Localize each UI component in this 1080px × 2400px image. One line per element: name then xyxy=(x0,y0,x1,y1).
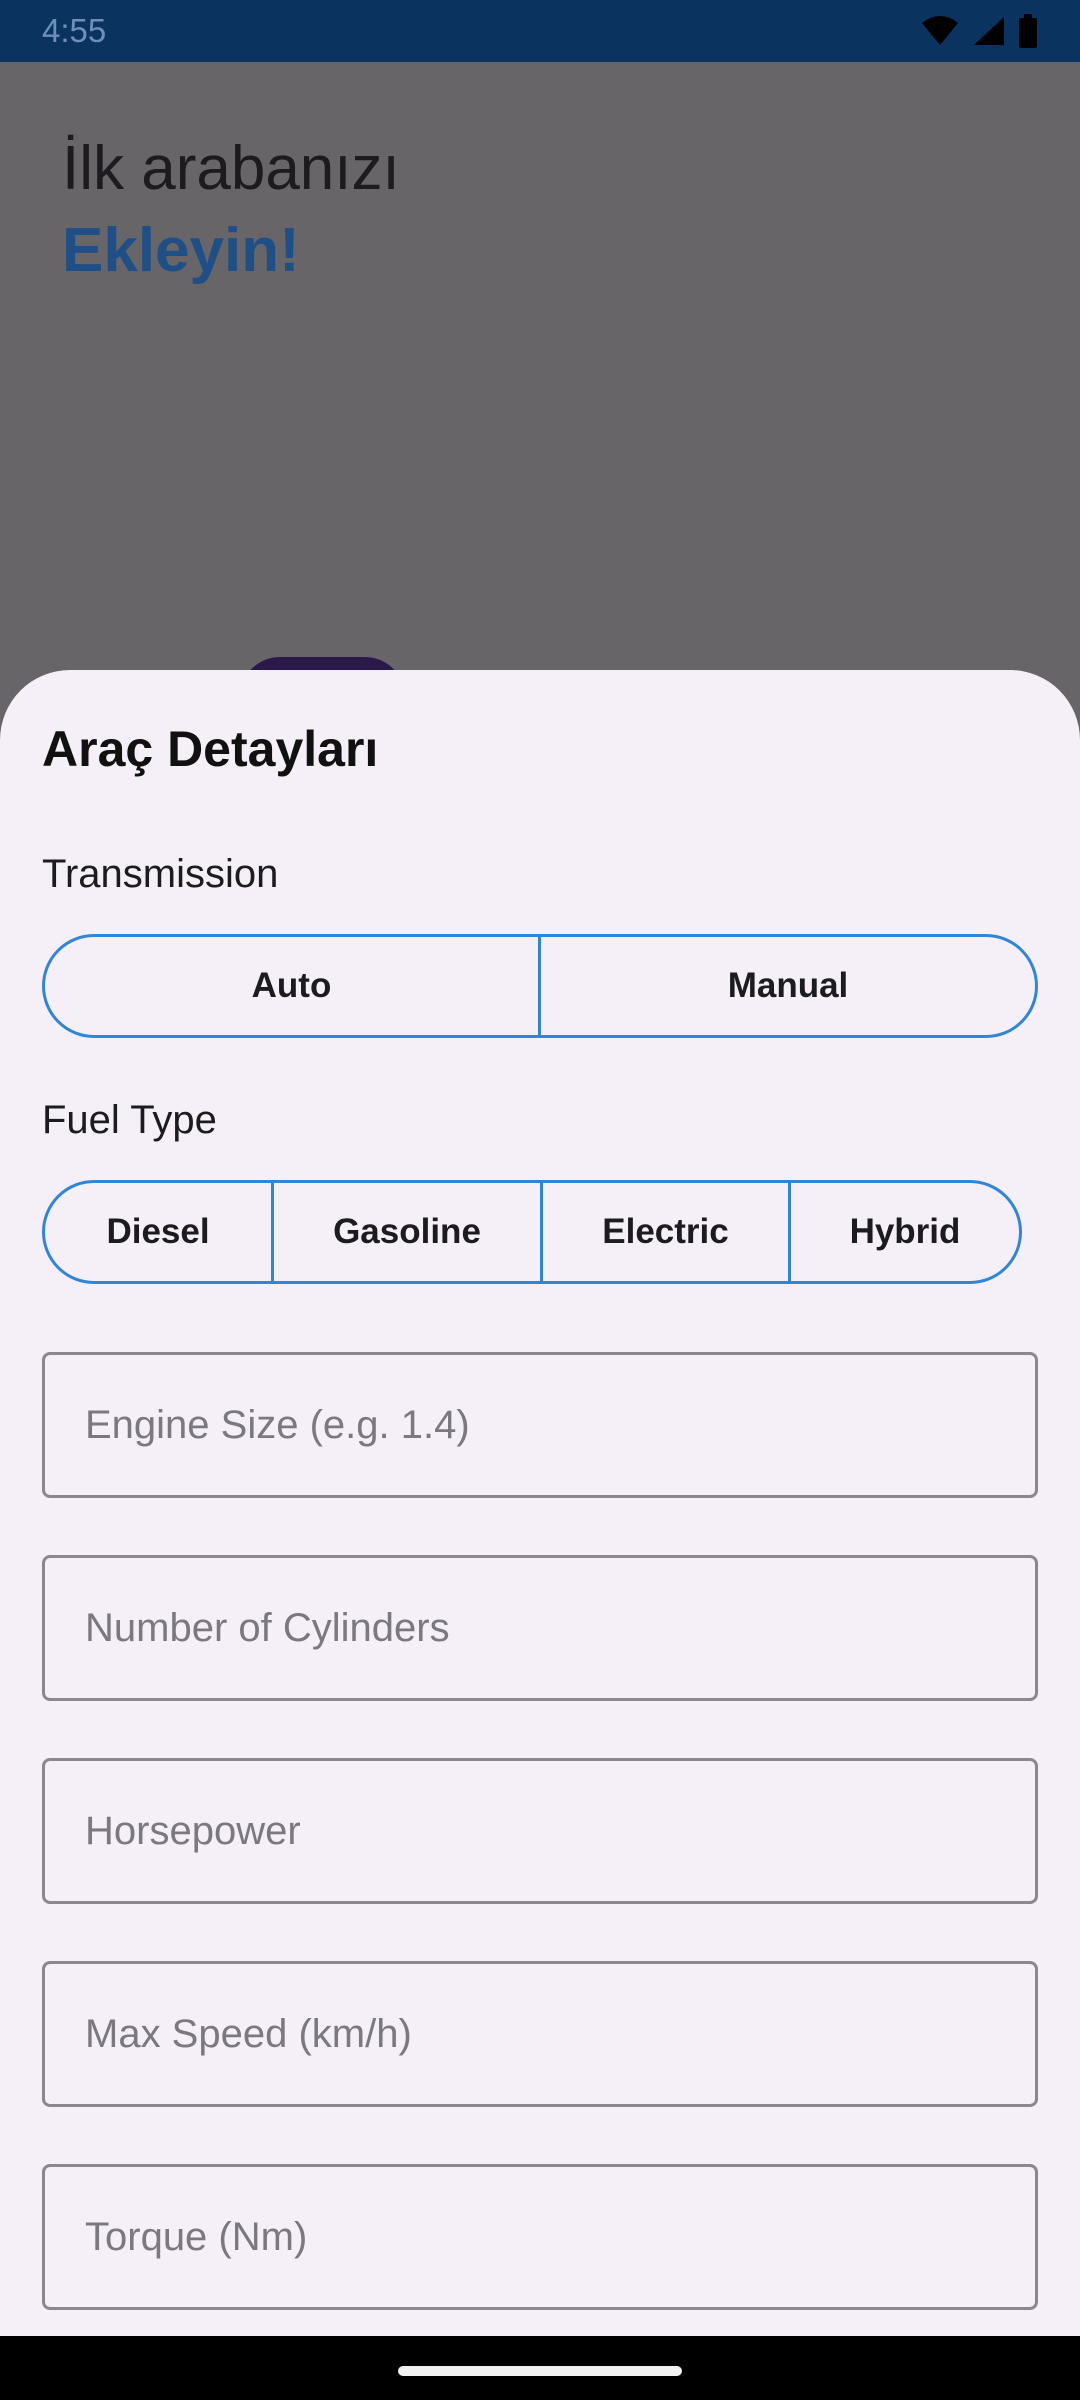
status-icons xyxy=(920,14,1038,48)
headline-add: Ekleyin! xyxy=(62,216,300,285)
cylinders-field[interactable] xyxy=(42,1555,1038,1701)
cylinders-input[interactable] xyxy=(85,1605,1035,1651)
status-bar: 4:55 xyxy=(0,0,1080,62)
max-speed-field[interactable] xyxy=(42,1961,1038,2107)
headline-first-car: İlk arabanızı xyxy=(62,134,400,203)
battery-icon xyxy=(1018,14,1038,48)
torque-field[interactable] xyxy=(42,2164,1038,2310)
engine-size-input[interactable] xyxy=(85,1402,1035,1448)
home-gesture-handle[interactable] xyxy=(398,2366,682,2376)
sheet-title: Araç Detayları xyxy=(42,721,379,777)
transmission-option-manual[interactable]: Manual xyxy=(541,937,1035,1035)
max-speed-input[interactable] xyxy=(85,2011,1035,2057)
fuel-option-hybrid[interactable]: Hybrid xyxy=(791,1183,1019,1281)
vehicle-details-sheet: Araç Detayları Transmission Auto Manual … xyxy=(0,670,1080,2336)
navigation-bar xyxy=(0,2336,1080,2400)
engine-size-field[interactable] xyxy=(42,1352,1038,1498)
fuel-option-electric[interactable]: Electric xyxy=(543,1183,791,1281)
fuel-type-selector: Diesel Gasoline Electric Hybrid xyxy=(42,1180,1022,1284)
screen: 4:55 İlk arabanızı Ekleyin! Araç Detayla… xyxy=(0,0,1080,2400)
fuel-option-diesel[interactable]: Diesel xyxy=(45,1183,274,1281)
fuel-option-gasoline[interactable]: Gasoline xyxy=(274,1183,543,1281)
horsepower-input[interactable] xyxy=(85,1808,1035,1854)
wifi-icon xyxy=(920,15,960,47)
transmission-option-auto[interactable]: Auto xyxy=(45,937,541,1035)
horsepower-field[interactable] xyxy=(42,1758,1038,1904)
signal-icon xyxy=(972,15,1006,47)
torque-input[interactable] xyxy=(85,2214,1035,2260)
fuel-type-label: Fuel Type xyxy=(42,1098,217,1142)
status-time: 4:55 xyxy=(42,12,107,49)
transmission-label: Transmission xyxy=(42,852,279,896)
transmission-selector: Auto Manual xyxy=(42,934,1038,1038)
